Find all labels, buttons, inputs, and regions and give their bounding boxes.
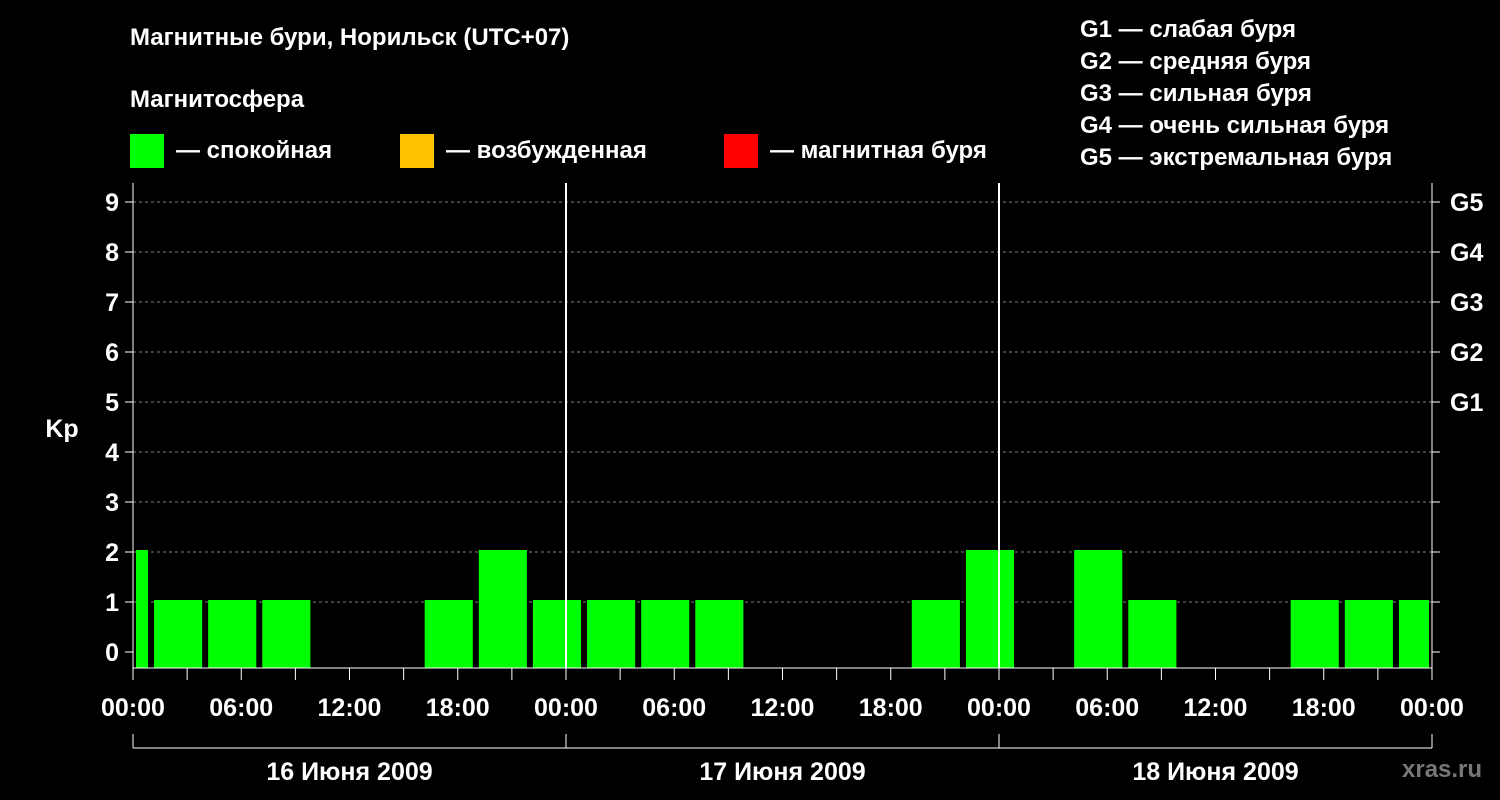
kp-bar xyxy=(1398,600,1429,668)
kp-bar xyxy=(587,600,636,668)
x-tick-label: 00:00 xyxy=(967,694,1031,722)
x-tick-label: 06:00 xyxy=(209,694,273,722)
y-tick-label: 0 xyxy=(105,639,119,667)
x-tick-label: 12:00 xyxy=(751,694,815,722)
day-label: 16 Июня 2009 xyxy=(266,758,432,786)
kp-bar-chart: 0 1 2 3 4 5 6 7 8 9 G1 G2 G3 G4 G5 Kp 00:00 06:00 12:00 18:… xyxy=(45,183,1483,786)
g-level-tick-label: G3 xyxy=(1450,289,1483,317)
g-level-tick-label: G1 xyxy=(1450,389,1483,417)
kp-bar xyxy=(641,600,690,668)
kp-bar xyxy=(208,600,257,668)
y-tick-label: 8 xyxy=(105,239,119,267)
y-axis-label: Kp xyxy=(45,415,78,443)
y-tick-label: 6 xyxy=(105,339,119,367)
kp-bar xyxy=(262,600,311,668)
day-label: 17 Июня 2009 xyxy=(699,758,865,786)
kp-bar xyxy=(695,600,744,668)
y-tick-label: 1 xyxy=(105,589,119,617)
kp-bar xyxy=(1074,550,1123,668)
y-tick-label: 7 xyxy=(105,289,119,317)
kp-bar xyxy=(1344,600,1393,668)
kp-bar xyxy=(1128,600,1177,668)
kp-bar xyxy=(965,550,1015,668)
y-tick-label: 3 xyxy=(105,489,119,517)
x-tick-label: 00:00 xyxy=(101,694,165,722)
kp-bar xyxy=(424,600,473,668)
x-tick-label: 12:00 xyxy=(318,694,382,722)
kp-bar xyxy=(154,600,203,668)
g-level-tick-label: G2 xyxy=(1450,339,1483,367)
day-label: 18 Июня 2009 xyxy=(1132,758,1298,786)
y-tick-label: 4 xyxy=(105,439,119,467)
x-tick-label: 12:00 xyxy=(1184,694,1248,722)
g-level-tick-label: G4 xyxy=(1450,239,1483,267)
g-level-tick-label: G5 xyxy=(1450,189,1483,217)
y-tick-label: 9 xyxy=(105,189,119,217)
y-tick-label: 5 xyxy=(105,389,119,417)
y-tick-label: 2 xyxy=(105,539,119,567)
x-tick-label: 18:00 xyxy=(859,694,923,722)
x-tick-label: 18:00 xyxy=(1292,694,1356,722)
kp-bar xyxy=(1290,600,1339,668)
x-tick-label: 00:00 xyxy=(534,694,598,722)
x-tick-label: 06:00 xyxy=(642,694,706,722)
x-tick-label: 18:00 xyxy=(426,694,490,722)
x-tick-label: 00:00 xyxy=(1400,694,1464,722)
kp-bar xyxy=(136,550,149,668)
kp-bar xyxy=(532,600,582,668)
kp-bar xyxy=(911,600,960,668)
x-tick-label: 06:00 xyxy=(1075,694,1139,722)
kp-bar xyxy=(478,550,527,668)
